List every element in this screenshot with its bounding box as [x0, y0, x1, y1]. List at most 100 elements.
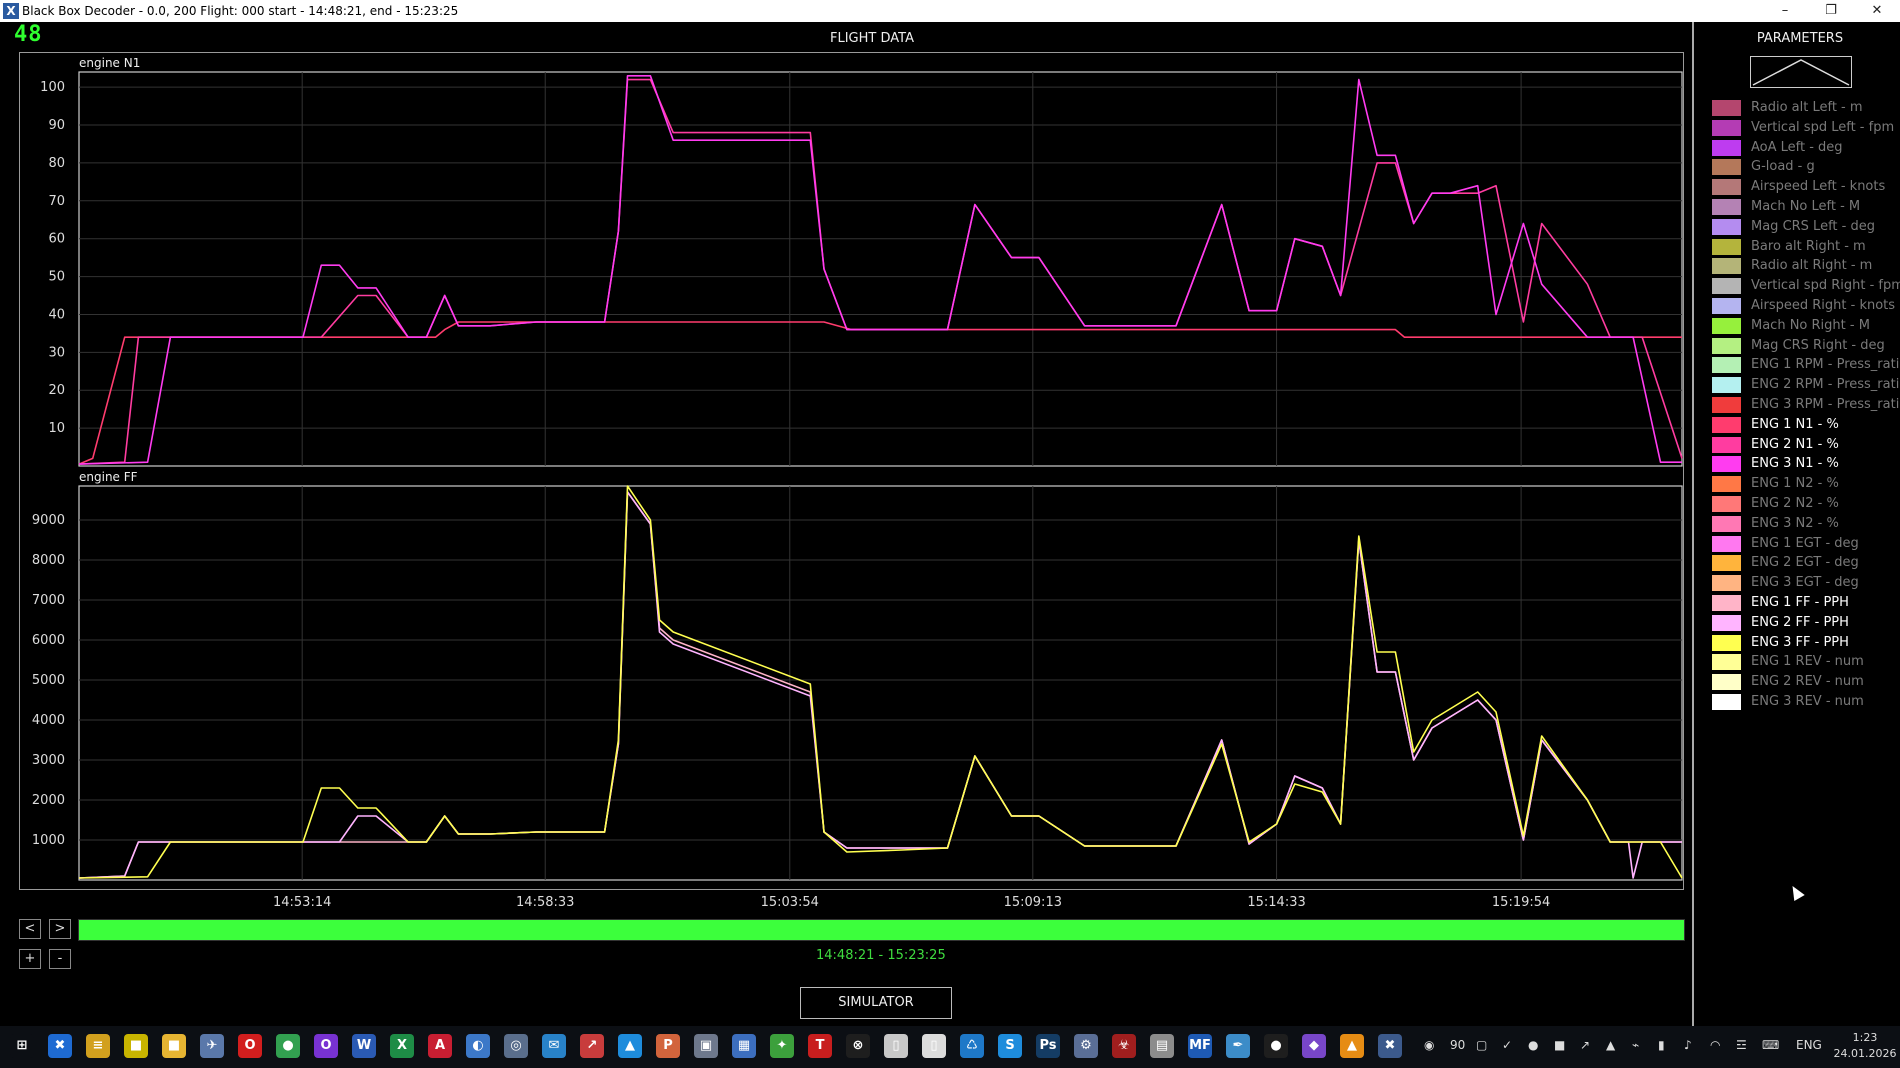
powerpoint-icon[interactable]: P [656, 1034, 680, 1058]
calculator-icon[interactable]: ▦ [732, 1034, 756, 1058]
tray-icon[interactable]: ⌨ [1762, 1038, 1779, 1052]
opera-gx-icon[interactable]: O [314, 1034, 338, 1058]
parameter-item[interactable]: ENG 1 N2 - % [1712, 474, 1900, 494]
feather-icon[interactable]: ✒ [1226, 1034, 1250, 1058]
acrobat-icon[interactable]: A [428, 1034, 452, 1058]
parameter-color-swatch[interactable] [1712, 238, 1741, 255]
parameter-color-swatch[interactable] [1712, 119, 1741, 136]
globe-icon[interactable]: ◎ [504, 1034, 528, 1058]
close-button[interactable]: ✕ [1854, 0, 1900, 22]
mail-icon[interactable]: ✉ [542, 1034, 566, 1058]
parameter-item[interactable]: ENG 1 EGT - deg [1712, 534, 1900, 554]
parameter-item[interactable]: ENG 3 EGT - deg [1712, 573, 1900, 593]
parameter-color-swatch[interactable] [1712, 179, 1741, 196]
photos-icon[interactable]: ▲ [618, 1034, 642, 1058]
tray-icon[interactable]: ● [1528, 1038, 1538, 1052]
parameter-color-swatch[interactable] [1712, 515, 1741, 532]
parameter-item[interactable]: Mach No Right - M [1712, 316, 1900, 336]
parameter-item[interactable]: Radio alt Right - m [1712, 256, 1900, 276]
tray-icon[interactable]: ▢ [1476, 1038, 1487, 1052]
zoom-in-button[interactable]: + [19, 949, 41, 969]
parameter-color-swatch[interactable] [1712, 535, 1741, 552]
visual-studio-icon[interactable]: ◆ [1302, 1034, 1326, 1058]
parameter-item[interactable]: ENG 3 N2 - % [1712, 514, 1900, 534]
notepad-icon[interactable]: ≡ [86, 1034, 110, 1058]
tray-icon[interactable]: ▲ [1606, 1038, 1615, 1052]
parameter-item[interactable]: ENG 1 RPM - Press_ratio [1712, 355, 1900, 375]
tray-icon[interactable]: 90 [1450, 1038, 1465, 1052]
parameter-color-swatch[interactable] [1712, 159, 1741, 176]
parameter-item[interactable]: ENG 1 REV - num [1712, 652, 1900, 672]
parameter-item[interactable]: ENG 2 EGT - deg [1712, 553, 1900, 573]
word-icon[interactable]: W [352, 1034, 376, 1058]
parameter-color-swatch[interactable] [1712, 693, 1741, 710]
parameter-item[interactable]: ENG 1 N1 - % [1712, 415, 1900, 435]
tray-icon[interactable]: ⌁ [1632, 1038, 1639, 1052]
parameter-color-swatch[interactable] [1712, 575, 1741, 592]
parameter-color-swatch[interactable] [1712, 476, 1741, 493]
parameter-color-swatch[interactable] [1712, 337, 1741, 354]
maximize-button[interactable]: ❐ [1808, 0, 1854, 22]
mf-icon[interactable]: MF [1188, 1034, 1212, 1058]
parameter-color-swatch[interactable] [1712, 416, 1741, 433]
parameter-color-swatch[interactable] [1712, 357, 1741, 374]
parameter-color-swatch[interactable] [1712, 258, 1741, 275]
tray-icon[interactable]: ▮ [1658, 1038, 1665, 1052]
language-indicator[interactable]: ENG [1796, 1038, 1822, 1052]
excel-icon[interactable]: X [390, 1034, 414, 1058]
xbox-icon[interactable]: ⊗ [846, 1034, 870, 1058]
paint-icon[interactable]: ◐ [466, 1034, 490, 1058]
timeline-scrollbar[interactable] [78, 919, 1685, 941]
parameter-color-swatch[interactable] [1712, 377, 1741, 394]
puzzle-icon[interactable]: ✦ [770, 1034, 794, 1058]
skype-icon[interactable]: S [998, 1034, 1022, 1058]
parameter-item[interactable]: Airspeed Left - knots [1712, 177, 1900, 197]
minimize-button[interactable]: – [1762, 0, 1808, 22]
document-2-icon[interactable]: ▯ [922, 1034, 946, 1058]
parameter-color-swatch[interactable] [1712, 594, 1741, 611]
tray-icon[interactable]: ✓ [1502, 1038, 1512, 1052]
parameter-color-swatch[interactable] [1712, 139, 1741, 156]
gear-app-icon[interactable]: ⚙ [1074, 1034, 1098, 1058]
scroll-right-button[interactable]: > [49, 919, 71, 939]
parameter-item[interactable]: ENG 2 RPM - Press_ratio [1712, 375, 1900, 395]
chrome-icon[interactable]: ● [276, 1034, 300, 1058]
zoom-out-button[interactable]: - [49, 949, 71, 969]
parameter-item[interactable]: Airspeed Right - knots [1712, 296, 1900, 316]
parameter-item[interactable]: Vertical spd Right - fpm [1712, 276, 1900, 296]
parameter-item[interactable]: ENG 3 N1 - % [1712, 454, 1900, 474]
document-icon[interactable]: ▯ [884, 1034, 908, 1058]
parameter-color-swatch[interactable] [1712, 297, 1741, 314]
parameter-color-swatch[interactable] [1712, 317, 1741, 334]
photoshop-icon[interactable]: Ps [1036, 1034, 1060, 1058]
parameter-color-swatch[interactable] [1712, 100, 1741, 116]
record-icon[interactable]: ● [1264, 1034, 1288, 1058]
parameter-selector-icon[interactable] [1750, 56, 1852, 88]
folder-green-icon[interactable]: ■ [124, 1034, 148, 1058]
parameter-color-swatch[interactable] [1712, 278, 1741, 295]
parameter-color-swatch[interactable] [1712, 614, 1741, 631]
parameter-color-swatch[interactable] [1712, 436, 1741, 453]
parameter-item[interactable]: Vertical spd Left - fpm [1712, 118, 1900, 138]
tray-icon[interactable]: ♪ [1684, 1038, 1692, 1052]
recycle-icon[interactable]: ♺ [960, 1034, 984, 1058]
simulator-button[interactable]: SIMULATOR [800, 987, 952, 1019]
parameter-color-swatch[interactable] [1712, 218, 1741, 235]
parameter-item[interactable]: Baro alt Right - m [1712, 237, 1900, 257]
plane-icon[interactable]: ✈ [200, 1034, 224, 1058]
tray-icon[interactable]: ■ [1554, 1038, 1565, 1052]
cars-icon[interactable]: ▤ [1150, 1034, 1174, 1058]
blackbox-icon[interactable]: ✖ [1378, 1034, 1402, 1058]
parameter-item[interactable]: Mach No Left - M [1712, 197, 1900, 217]
parameter-color-swatch[interactable] [1712, 654, 1741, 671]
parameter-item[interactable]: ENG 1 FF - PPH [1712, 593, 1900, 613]
parameter-item[interactable]: AoA Left - deg [1712, 138, 1900, 158]
parameter-item[interactable]: ENG 3 RPM - Press_ratio [1712, 395, 1900, 415]
biohazard-icon[interactable]: ☣ [1112, 1034, 1136, 1058]
parameter-item[interactable]: ENG 2 N2 - % [1712, 494, 1900, 514]
parameter-color-swatch[interactable] [1712, 674, 1741, 691]
parameter-color-swatch[interactable] [1712, 555, 1741, 572]
parameter-item[interactable]: Mag CRS Right - deg [1712, 336, 1900, 356]
xplane-icon[interactable]: ✖ [48, 1034, 72, 1058]
parameter-item[interactable]: Radio alt Left - m [1712, 98, 1900, 118]
